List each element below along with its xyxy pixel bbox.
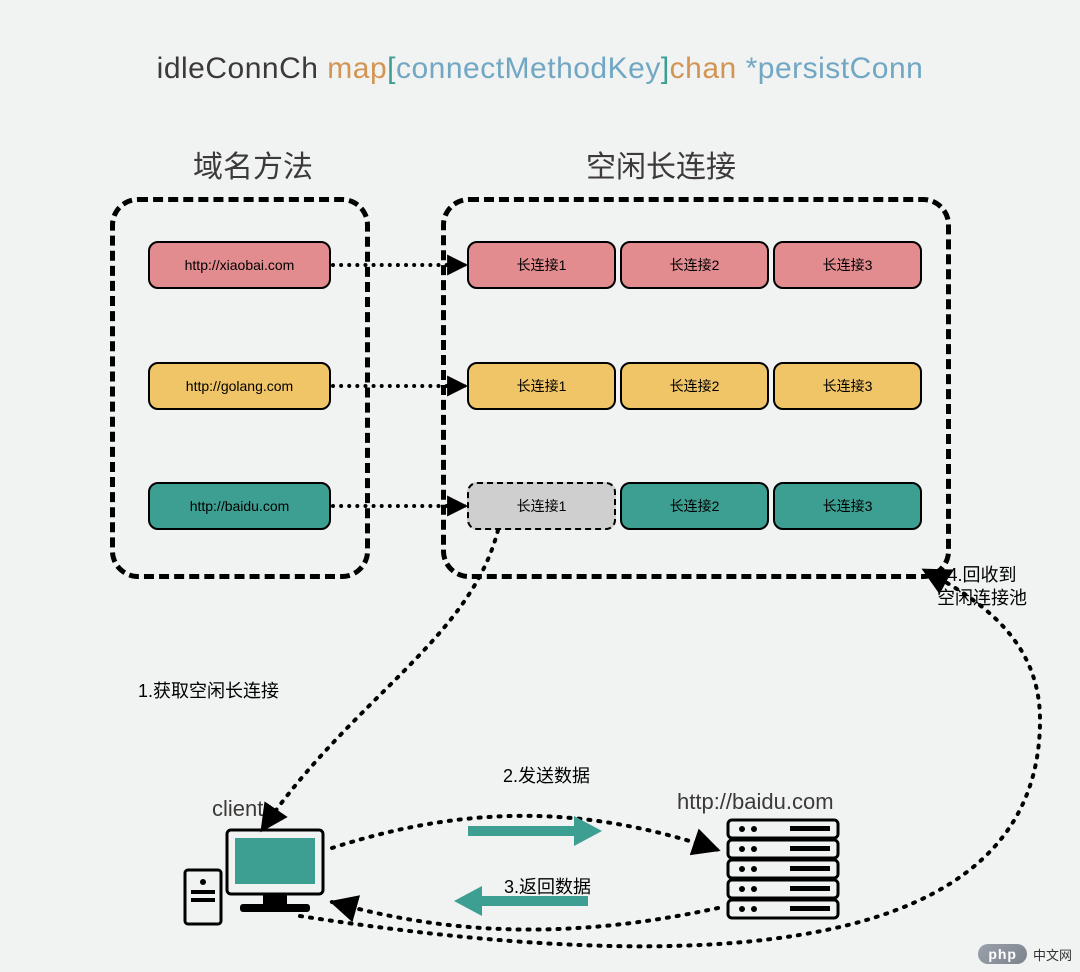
watermark-text: 中文网 — [1033, 945, 1072, 964]
dotted-connector — [331, 384, 465, 388]
server-label: http://baidu.com — [677, 789, 834, 815]
conn-cell: 长连接3 — [773, 482, 922, 530]
step4-label: 4.回收到 空闲连接池 — [937, 564, 1027, 611]
step4-line1: 4.回收到 — [937, 564, 1027, 587]
dotted-connector — [331, 263, 465, 267]
dotted-connector — [331, 504, 465, 508]
client-label: client — [212, 796, 263, 822]
step2-label: 2.发送数据 — [503, 762, 590, 788]
step4-line2: 空闲连接池 — [937, 587, 1027, 610]
watermark: php 中文网 — [978, 944, 1072, 964]
conn-cell: 长连接2 — [620, 482, 769, 530]
step1-label: 1.获取空闲长连接 — [138, 677, 279, 703]
step3-label: 3.返回数据 — [504, 873, 591, 899]
conn-cell-taken: 长连接1 — [467, 482, 616, 530]
watermark-logo: php — [978, 944, 1027, 964]
